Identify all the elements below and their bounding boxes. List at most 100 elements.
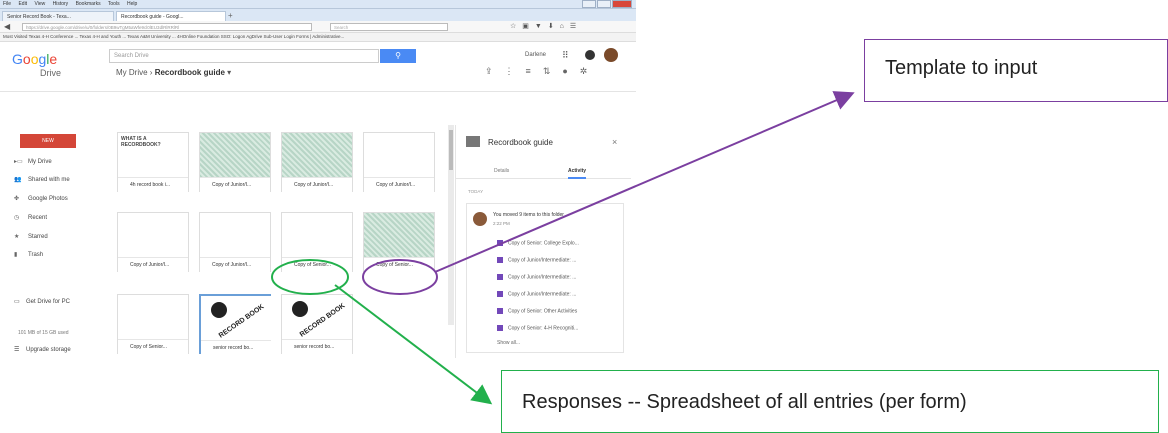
file-thumbnail [118, 213, 188, 257]
apps-grid-icon[interactable]: ⠿ [562, 50, 569, 61]
get-drive-label: Get Drive for PC [26, 299, 71, 305]
more-icon[interactable]: ⋮ [505, 66, 526, 76]
file-card[interactable]: Copy of Junior/I... [199, 212, 271, 272]
file-card[interactable]: Copy of Junior/I... [199, 132, 271, 192]
upgrade-storage-link[interactable]: ☰ Upgrade storage [14, 346, 71, 353]
file-card[interactable]: WHAT IS A RECORDBOOK? 4h record book i..… [117, 132, 189, 192]
tab-activity[interactable]: Activity [568, 168, 587, 179]
bookmarks-bar[interactable]: Most Visited Texas 4-H Conference ... Te… [0, 33, 636, 42]
file-name: senior record bo... [201, 340, 271, 355]
activity-file-item[interactable]: Copy of Senior: College Explo... [497, 240, 579, 246]
file-name: Copy of Senior... [282, 257, 352, 272]
activity-file-item[interactable]: Copy of Junior/Intermediate: ... [497, 291, 576, 297]
form-file-icon [497, 257, 503, 263]
sidebar-item-starred[interactable]: ★ Starred [14, 233, 48, 240]
browser-toolbar-icons[interactable]: ☆▣▼⬇⌂☰ [510, 22, 582, 30]
panel-tabs: Details Activity [456, 163, 631, 179]
drive-header: Google Search Drive ⚲ Darlene ⠿ Drive My… [0, 42, 636, 92]
file-name: Copy of Junior/I... [118, 257, 188, 272]
maximize-button[interactable] [597, 0, 611, 8]
activity-file-item[interactable]: Copy of Senior: Other Activities [497, 308, 577, 314]
tab-bar: Senior Record Book - Texa... Recordbook … [0, 9, 636, 21]
avatar[interactable] [604, 48, 618, 62]
notifications-icon[interactable] [585, 50, 595, 60]
file-card[interactable]: RECORD BOOK senior record bo... [199, 294, 271, 355]
sidebar-item-recent[interactable]: ◷ Recent [14, 214, 47, 221]
activity-time: 2:22 PM [493, 221, 510, 226]
gear-icon[interactable]: ✲ [580, 66, 600, 76]
menu-help[interactable]: Help [127, 1, 137, 7]
drive-search-input[interactable]: Search Drive [109, 49, 379, 63]
file-thumbnail [118, 295, 188, 339]
avatar [473, 212, 487, 226]
sidebar-item-my-drive[interactable]: ▸▭ My Drive [14, 158, 52, 165]
sidebar-item-label: Starred [28, 234, 48, 240]
add-person-icon[interactable]: ⇪ [485, 66, 505, 76]
new-tab-button[interactable]: + [228, 11, 233, 20]
file-thumbnail [200, 133, 270, 177]
list-view-icon[interactable]: ≡ [526, 66, 543, 76]
file-thumbnail [364, 213, 434, 257]
menu-view[interactable]: View [34, 1, 45, 7]
logo-letter-o1: o [22, 51, 31, 67]
breadcrumb-my-drive[interactable]: My Drive [116, 68, 148, 77]
tab-details[interactable]: Details [494, 168, 509, 174]
trash-icon: ▮ [14, 252, 18, 258]
activity-file-label: Copy of Senior: 4-H Recogniti... [508, 325, 579, 332]
search-icon: ⚲ [395, 51, 401, 60]
file-name: Copy of Senior... [118, 339, 188, 354]
file-card[interactable]: Copy of Junior/I... [281, 132, 353, 192]
browser-search-input[interactable]: Search [330, 23, 448, 31]
file-name: Copy of Junior/I... [364, 177, 434, 192]
breadcrumb: My Drive › Recordbook guide ▾ [116, 68, 231, 77]
activity-file-item[interactable]: Copy of Junior/Intermediate: ... [497, 257, 576, 263]
back-icon[interactable]: ◀ [4, 22, 10, 31]
activity-file-item[interactable]: Copy of Junior/Intermediate: ... [497, 274, 576, 280]
file-name: Copy of Senior... [364, 257, 434, 272]
tab-senior-record-book[interactable]: Senior Record Book - Texa... [2, 11, 114, 21]
grid-scroll-thumb[interactable] [449, 130, 453, 170]
file-card-template[interactable]: Copy of Senior... [363, 212, 435, 272]
details-panel: Recordbook guide × Details Activity TODA… [455, 125, 631, 358]
sidebar-item-photos[interactable]: ✤ Google Photos [14, 195, 68, 202]
file-card-responses[interactable]: Copy of Senior... [281, 212, 353, 272]
new-button[interactable]: NEW [20, 134, 76, 148]
chevron-down-icon[interactable]: ▾ [227, 68, 231, 77]
breadcrumb-current-folder[interactable]: Recordbook guide [155, 68, 225, 77]
google-logo[interactable]: Google [12, 51, 57, 67]
drive-app-label[interactable]: Drive [40, 68, 61, 78]
menu-bookmarks[interactable]: Bookmarks [76, 1, 101, 7]
activity-file-item[interactable]: Copy of Senior: 4-H Recogniti... [497, 325, 578, 331]
panel-title: Recordbook guide [488, 138, 553, 147]
sort-icon[interactable]: ⇅ [543, 66, 563, 76]
menu-edit[interactable]: Edit [18, 1, 27, 7]
menu-file[interactable]: File [3, 1, 11, 7]
activity-file-label: Copy of Junior/Intermediate: ... [508, 291, 577, 298]
user-name[interactable]: Darlene [525, 52, 546, 58]
url-bar[interactable]: https://drive.google.com/drive/u/0/folde… [22, 23, 312, 31]
file-name: 4h record book i... [118, 177, 188, 192]
close-window-button[interactable] [612, 0, 632, 8]
file-thumbnail: RECORD BOOK [282, 295, 352, 339]
minimize-button[interactable] [582, 0, 596, 8]
people-icon: 👥 [14, 177, 22, 183]
menu-history[interactable]: History [53, 1, 69, 7]
menu-tools[interactable]: Tools [108, 1, 120, 7]
drive-search-button[interactable]: ⚲ [380, 49, 416, 63]
close-icon[interactable]: × [612, 137, 617, 147]
activity-message: You moved 9 items to this folder [493, 212, 564, 218]
file-card[interactable]: Copy of Junior/I... [117, 212, 189, 272]
file-name: Copy of Junior/I... [200, 257, 270, 272]
tab-recordbook-guide[interactable]: Recordbook guide - Googl... [116, 11, 226, 21]
get-drive-link[interactable]: ▭ Get Drive for PC [14, 298, 70, 305]
file-card[interactable]: Copy of Senior... [117, 294, 189, 354]
clover-logo [292, 301, 308, 317]
sidebar-item-shared[interactable]: 👥 Shared with me [14, 176, 70, 183]
sidebar-item-trash[interactable]: ▮ Trash [14, 251, 43, 258]
info-icon[interactable]: ● [562, 66, 579, 76]
file-card[interactable]: Copy of Junior/I... [363, 132, 435, 192]
sidebar-item-label: My Drive [28, 159, 52, 165]
file-card[interactable]: RECORD BOOK senior record bo... [281, 294, 353, 354]
nav-bar: ◀ https://drive.google.com/drive/u/0/fol… [0, 21, 636, 33]
show-all-link[interactable]: Show all... [497, 340, 520, 346]
